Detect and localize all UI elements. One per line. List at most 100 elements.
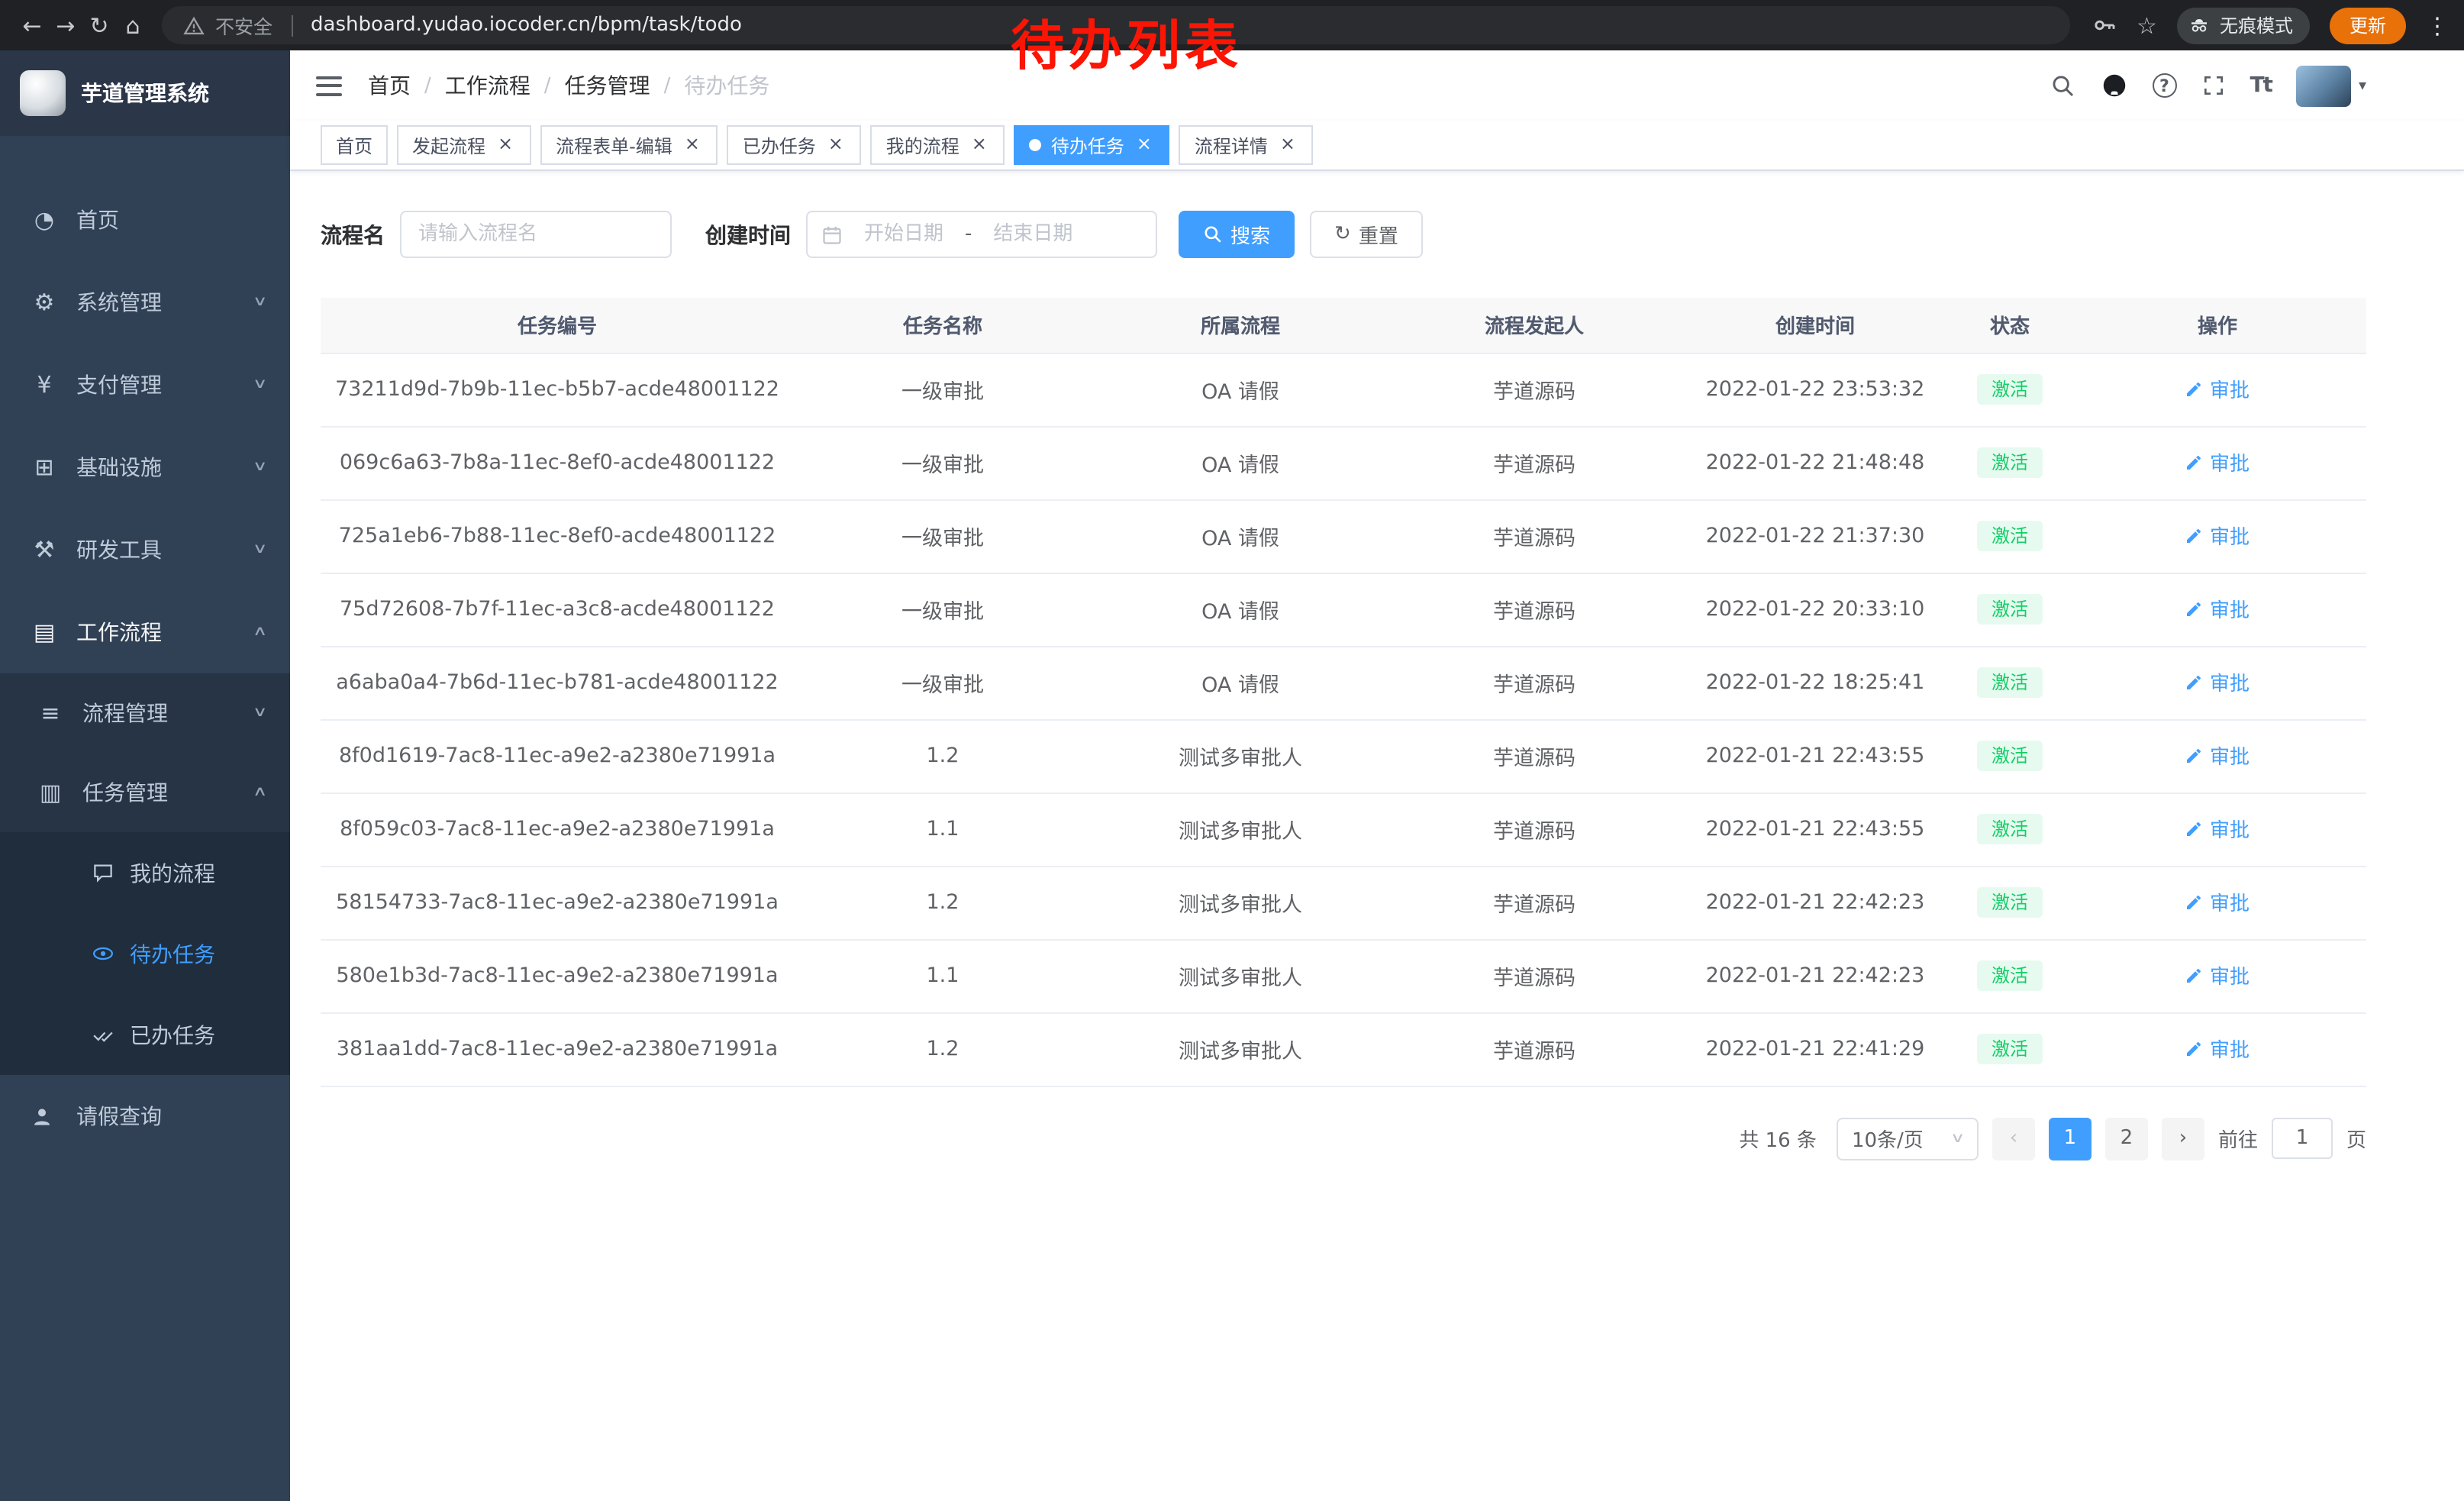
approve-link[interactable]: 审批 [2185, 448, 2250, 477]
gear-icon: ⚙ [31, 289, 58, 316]
end-date-input[interactable] [978, 223, 1088, 246]
breadcrumb: 首页 / 工作流程 / 任务管理 / 待办任务 [368, 70, 769, 101]
dashboard-icon: ◔ [31, 206, 58, 234]
tab-process-detail[interactable]: 流程详情 × [1179, 125, 1314, 165]
approve-link[interactable]: 审批 [2185, 668, 2250, 697]
goto-page-input[interactable] [2272, 1118, 2333, 1159]
edit-icon [2185, 600, 2204, 618]
sidebar-item-system[interactable]: ⚙ 系统管理 ∨ [0, 261, 290, 344]
breadcrumb-home[interactable]: 首页 [368, 70, 411, 101]
monitor-icon: ⊞ [31, 454, 58, 481]
tab-todo-tasks[interactable]: 待办任务 × [1014, 125, 1170, 165]
sidebar-item-leave-query[interactable]: 请假查询 [0, 1075, 290, 1157]
sidebar-item-task-management[interactable]: ▥ 任务管理 ∧ [0, 753, 290, 832]
bookmark-star-icon[interactable]: ☆ [2137, 11, 2157, 39]
close-icon[interactable]: × [825, 134, 847, 156]
annotation-text: 待办列表 [1011, 3, 1243, 81]
tab-my-process[interactable]: 我的流程 × [871, 125, 1005, 165]
table-row: 73211d9d-7b9b-11ec-b5b7-acde48001122 一级审… [321, 353, 2366, 426]
date-range-picker[interactable]: - [806, 211, 1157, 258]
tab-done-tasks[interactable]: 已办任务 × [727, 125, 862, 165]
close-icon[interactable]: × [495, 134, 516, 156]
active-tab-dot [1030, 139, 1042, 151]
browser-menu-icon[interactable]: ⋮ [2426, 11, 2449, 39]
github-icon[interactable] [2100, 72, 2127, 99]
security-label: 不安全 [215, 11, 273, 40]
pagination: 共 16 条 10条/页 ∨ ‹ 1 2 › 前往 页 [321, 1117, 2366, 1160]
person-icon [31, 1105, 58, 1128]
browser-home-icon[interactable]: ⌂ [116, 11, 150, 39]
help-icon[interactable]: ? [2152, 73, 2176, 98]
sidebar-item-infrastructure[interactable]: ⊞ 基础设施 ∨ [0, 426, 290, 508]
header-status: 状态 [1951, 298, 2069, 353]
status-badge: 激活 [1978, 667, 2042, 699]
sidebar-item-payment[interactable]: ¥ 支付管理 ∨ [0, 344, 290, 426]
page-unit-label: 页 [2346, 1124, 2366, 1153]
page-1-button[interactable]: 1 [2049, 1117, 2091, 1160]
sidebar-item-home[interactable]: ◔ 首页 [0, 179, 290, 261]
start-date-input[interactable] [849, 223, 959, 246]
page-2-button[interactable]: 2 [2105, 1117, 2148, 1160]
approve-link[interactable]: 审批 [2185, 815, 2250, 844]
font-size-icon[interactable]: Tt [2250, 73, 2272, 98]
breadcrumb-separator: / [544, 74, 551, 97]
breadcrumb-workflow[interactable]: 工作流程 [445, 70, 531, 101]
breadcrumb-task-management[interactable]: 任务管理 [565, 70, 650, 101]
app-logo-row[interactable]: 芋道管理系统 [0, 50, 290, 136]
refresh-icon: ↻ [1334, 223, 1351, 246]
approve-link[interactable]: 审批 [2185, 375, 2250, 404]
approve-link[interactable]: 审批 [2185, 1035, 2250, 1064]
total-count: 共 16 条 [1739, 1124, 1817, 1153]
close-icon[interactable]: × [1277, 134, 1298, 156]
user-menu[interactable]: ▾ [2296, 65, 2366, 106]
browser-back-icon[interactable]: ← [15, 11, 49, 39]
process-name-label: 流程名 [321, 219, 385, 250]
table-row: a6aba0a4-7b6d-11ec-b781-acde48001122 一级审… [321, 646, 2366, 719]
chevron-down-icon: ∨ [253, 542, 269, 557]
tab-form-edit[interactable]: 流程表单-编辑 × [540, 125, 718, 165]
close-icon[interactable]: × [682, 134, 703, 156]
key-icon[interactable] [2091, 12, 2117, 38]
search-button[interactable]: 搜索 [1179, 211, 1295, 258]
close-icon[interactable]: × [1134, 134, 1155, 156]
edit-icon [2185, 527, 2204, 545]
sidebar-item-done-tasks[interactable]: 已办任务 [0, 994, 290, 1075]
prev-page-button[interactable]: ‹ [1992, 1117, 2035, 1160]
header-task-name: 任务名称 [794, 298, 1092, 353]
approve-link[interactable]: 审批 [2185, 595, 2250, 624]
eye-icon [92, 942, 114, 965]
collapse-sidebar-icon[interactable] [316, 76, 342, 95]
sidebar-item-workflow[interactable]: ▤ 工作流程 ∧ [0, 591, 290, 673]
approve-link[interactable]: 审批 [2185, 521, 2250, 550]
browser-forward-icon[interactable]: → [49, 11, 82, 39]
reset-button[interactable]: ↻ 重置 [1310, 211, 1423, 258]
browser-reload-icon[interactable]: ↻ [82, 11, 116, 39]
app-logo [20, 70, 66, 116]
approve-link[interactable]: 审批 [2185, 888, 2250, 917]
sidebar-item-my-process[interactable]: 我的流程 [0, 832, 290, 913]
chevron-down-icon: ∨ [253, 295, 269, 310]
process-name-input[interactable] [400, 211, 672, 258]
page-content: 流程名 创建时间 - [290, 171, 2464, 1501]
approve-link[interactable]: 审批 [2185, 961, 2250, 990]
close-icon[interactable]: × [969, 134, 990, 156]
tab-bar: 首页 发起流程 × 流程表单-编辑 × 已办任务 × 我的流程 × [290, 121, 2464, 171]
status-badge: 激活 [1978, 447, 2042, 479]
calendar-icon [821, 224, 843, 245]
sidebar-item-process-management[interactable]: ≡ 流程管理 ∨ [0, 673, 290, 753]
approve-link[interactable]: 审批 [2185, 741, 2250, 770]
page-size-select[interactable]: 10条/页 ∨ [1837, 1117, 1979, 1160]
update-button[interactable]: 更新 [2330, 7, 2406, 44]
search-icon[interactable] [2050, 73, 2075, 98]
sidebar-item-todo-tasks[interactable]: 待办任务 [0, 913, 290, 994]
yen-icon: ¥ [31, 371, 58, 399]
tab-home[interactable]: 首页 [321, 125, 388, 165]
fullscreen-icon[interactable] [2201, 73, 2225, 98]
url-text: dashboard.yudao.iocoder.cn/bpm/task/todo [311, 14, 742, 37]
table-header-row: 任务编号 任务名称 所属流程 流程发起人 创建时间 状态 操作 [321, 298, 2366, 353]
next-page-button[interactable]: › [2162, 1117, 2204, 1160]
status-badge: 激活 [1978, 374, 2042, 405]
tab-start-process[interactable]: 发起流程 × [397, 125, 531, 165]
goto-label: 前往 [2218, 1124, 2258, 1153]
sidebar-item-devtools[interactable]: ⚒ 研发工具 ∨ [0, 508, 290, 591]
